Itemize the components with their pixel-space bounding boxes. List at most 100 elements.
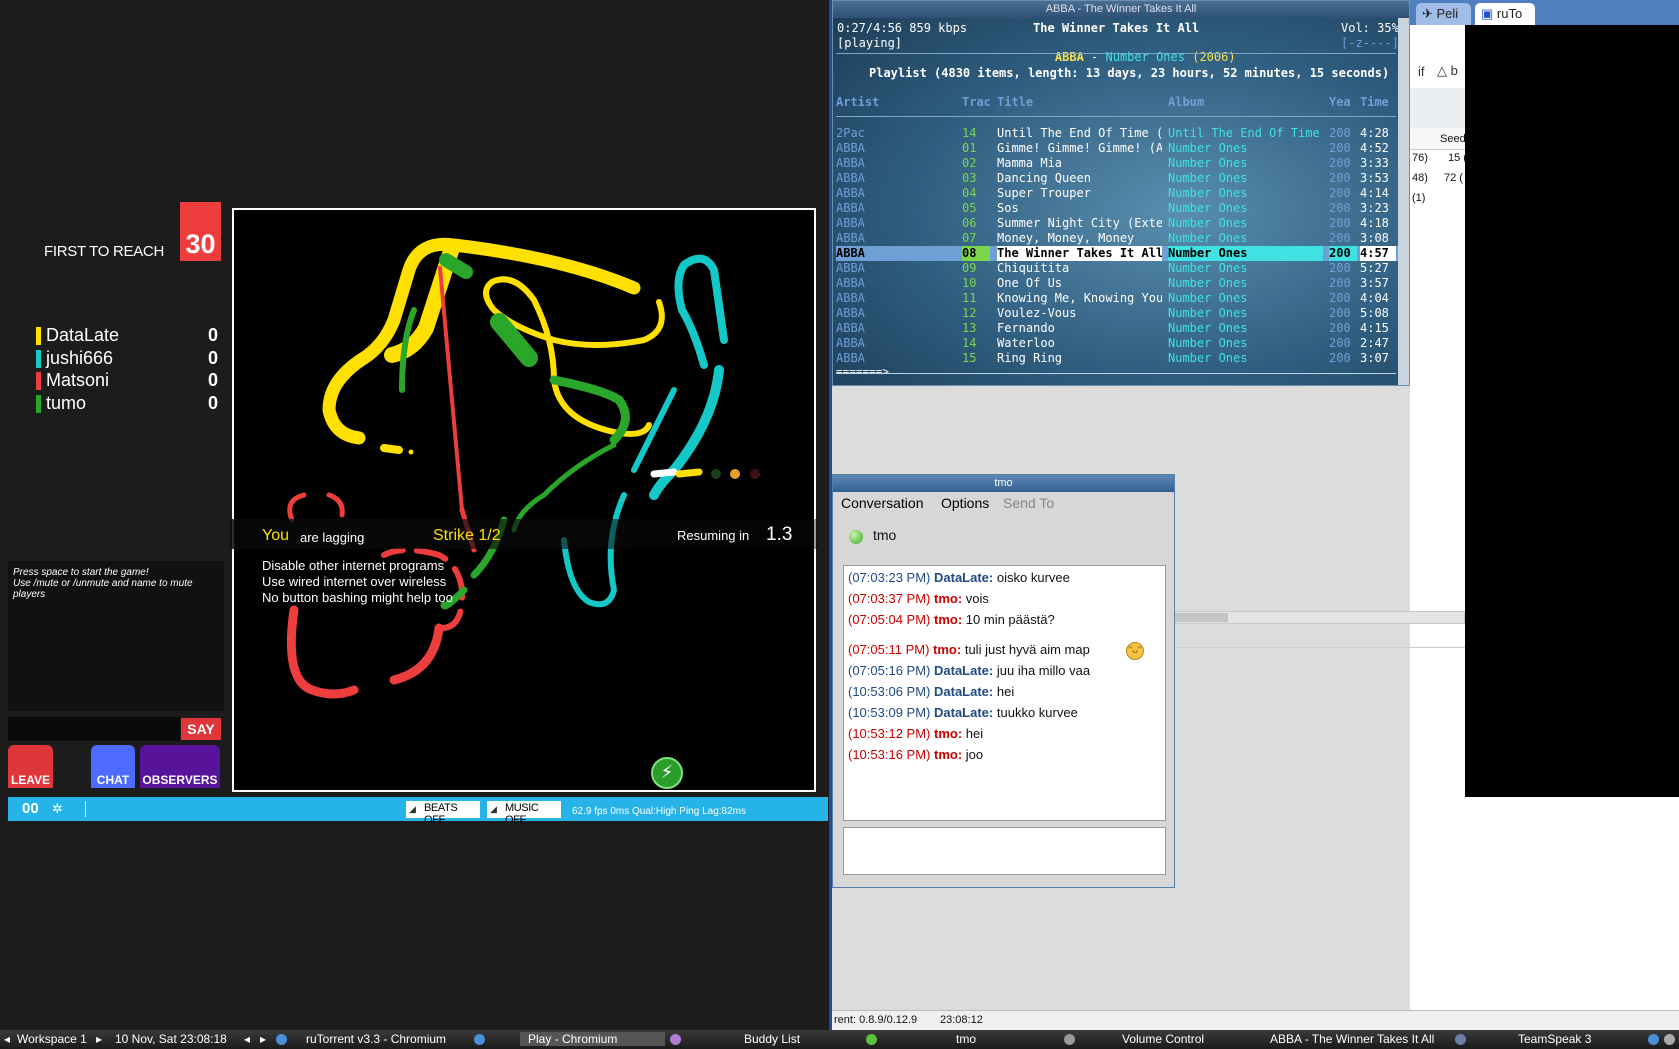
playlist-row[interactable]: ABBA 06 Summer Night City (Exte Number Ones… xyxy=(836,216,1398,231)
lag-tips: Disable other internet programs Use wire… xyxy=(262,558,453,606)
task-next-icon[interactable]: ▸ xyxy=(260,1032,266,1046)
task-rutorrent[interactable]: ruTorrent v3.3 - Chromium xyxy=(306,1032,446,1046)
row-artist: ABBA xyxy=(836,216,865,230)
workspace-prev-icon[interactable]: ◂ xyxy=(4,1032,10,1046)
tab-peli[interactable]: ✈ Peli xyxy=(1416,3,1471,25)
col-album[interactable]: Album xyxy=(1168,95,1323,110)
menu-conversation[interactable]: Conversation xyxy=(841,495,924,511)
col-title[interactable]: Title xyxy=(997,95,1162,110)
playback-position: 0:27/4:56 859 kbps xyxy=(837,21,968,35)
playlist-row[interactable]: ABBA 04 Super Trouper Number Ones 200 4:14 xyxy=(836,186,1398,201)
row-time: 3:07 xyxy=(1360,351,1389,365)
menu-send-to[interactable]: Send To xyxy=(1003,495,1054,511)
observers-button[interactable]: OBSERVERS xyxy=(140,745,220,788)
chat-message: (07:03:37 PM) tmo: vois xyxy=(848,591,989,606)
resuming-countdown: 1.3 xyxy=(766,524,793,545)
message-text: tuli just hyvä aim map xyxy=(964,642,1090,657)
task-teamspeak[interactable]: TeamSpeak 3 xyxy=(1518,1032,1591,1046)
player-scrollbar[interactable] xyxy=(1398,18,1409,385)
workspace-next-icon[interactable]: ▸ xyxy=(96,1032,102,1046)
pidgin-icon xyxy=(670,1034,681,1045)
row-time: 4:15 xyxy=(1360,321,1389,335)
col-track[interactable]: Trac xyxy=(962,95,990,110)
message-text: vois xyxy=(965,591,989,606)
message-timestamp: (07:03:37 PM) xyxy=(848,591,931,606)
row-time: 3:23 xyxy=(1360,201,1389,215)
player-score: 0 xyxy=(207,392,218,413)
playlist-row[interactable]: ABBA 05 Sos Number Ones 200 3:23 xyxy=(836,201,1398,216)
chat-menubar: Conversation Options Send To xyxy=(833,492,1174,514)
volume-icon xyxy=(1064,1034,1075,1045)
playlist-row[interactable]: ABBA 08 The Winner Takes It All Number Ones… xyxy=(836,246,1398,261)
playlist-row[interactable]: ABBA 07 Money, Money, Money Number Ones 200 3… xyxy=(836,231,1398,246)
task-volume-control[interactable]: Volume Control xyxy=(1122,1032,1204,1046)
task-prev-icon[interactable]: ◂ xyxy=(244,1032,250,1046)
message-sender: DataLate: xyxy=(934,705,994,720)
workspace-label[interactable]: Workspace 1 xyxy=(17,1032,87,1046)
rt-toolbar-button[interactable]: △ b xyxy=(1437,63,1458,79)
row-title: Mamma Mia xyxy=(997,156,1063,170)
rt-status-bar: rent: 0.8.9/0.12.9 23:08:12 xyxy=(832,1010,1679,1030)
playlist-row[interactable]: ABBA 12 Voulez-Vous Number Ones 200 5:08 xyxy=(836,306,1398,321)
task-buddy-list[interactable]: Buddy List xyxy=(744,1032,800,1046)
tab-rutorrent[interactable]: ▣ ruTo xyxy=(1475,3,1535,25)
tray-icon xyxy=(1664,1034,1675,1045)
row-track: 14 xyxy=(962,336,977,350)
col-year[interactable]: Yea xyxy=(1329,95,1357,110)
chromium-icon xyxy=(276,1034,287,1045)
say-button[interactable]: SAY xyxy=(181,718,221,740)
chromium-tabstrip: ✈ Peli ▣ ruTo xyxy=(1410,0,1679,25)
message-sender: tmo: xyxy=(934,591,963,606)
menu-options[interactable]: Options xyxy=(941,495,989,511)
row-artist: ABBA xyxy=(836,261,865,275)
header-separator xyxy=(836,53,1396,54)
playlist-row[interactable]: ABBA 02 Mamma Mia Number Ones 200 3:33 xyxy=(836,156,1398,171)
rt-cell: 48) xyxy=(1412,172,1428,184)
trail-canvas xyxy=(286,237,760,699)
chromium-icon xyxy=(474,1034,485,1045)
playlist-row[interactable]: ABBA 11 Knowing Me, Knowing You Number Ones… xyxy=(836,291,1398,306)
message-text: oisko kurvee xyxy=(996,570,1070,585)
task-tmo[interactable]: tmo xyxy=(956,1032,976,1046)
playlist-row[interactable]: 2Pac 14 Until The End Of Time (Until The E… xyxy=(836,126,1398,141)
task-play-chromium[interactable]: Play - Chromium xyxy=(520,1032,665,1046)
row-year: 200 xyxy=(1329,171,1351,185)
col-time[interactable]: Time xyxy=(1360,95,1396,110)
row-time: 3:08 xyxy=(1360,231,1389,245)
playlist-row[interactable]: ABBA 03 Dancing Queen Number Ones 200 3:53 xyxy=(836,171,1398,186)
leave-button[interactable]: LEAVE xyxy=(8,745,53,788)
beats-toggle[interactable]: ◢ BEATS OFF xyxy=(406,801,480,826)
row-artist: ABBA xyxy=(836,351,865,365)
gear-icon[interactable]: ✲ xyxy=(52,802,63,817)
say-input[interactable] xyxy=(8,717,180,741)
help-line: Press space to start the game! xyxy=(13,567,149,578)
progress-bar[interactable]: =======> xyxy=(836,365,889,378)
chat-message-input[interactable] xyxy=(843,827,1166,875)
game-board[interactable] xyxy=(232,208,816,792)
row-year: 200 xyxy=(1329,321,1351,335)
col-artist[interactable]: Artist xyxy=(836,95,956,110)
message-text: 10 min päästä? xyxy=(965,612,1055,627)
row-album: Number Ones xyxy=(1168,171,1248,185)
rt-scrollbar-thumb[interactable] xyxy=(1176,613,1228,622)
column-separator xyxy=(836,116,1396,117)
rt-col-seeds[interactable]: Seed xyxy=(1440,133,1466,145)
row-artist: ABBA xyxy=(836,141,865,155)
rt-toolbar-text: if xyxy=(1418,64,1425,79)
message-text: tuukko kurvee xyxy=(996,705,1078,720)
playlist-row[interactable]: ABBA 01 Gimme! Gimme! Gimme! (A Number Ones… xyxy=(836,141,1398,156)
playlist-row[interactable]: ABBA 14 Waterloo Number Ones 200 2:47 xyxy=(836,336,1398,351)
playlist-row[interactable]: ABBA 10 One Of Us Number Ones 200 3:57 xyxy=(836,276,1398,291)
music-toggle[interactable]: ◢ MUSIC OFF xyxy=(487,801,561,826)
playlist-row[interactable]: ABBA 09 Chiquitita Number Ones 200 5:27 xyxy=(836,261,1398,276)
row-year: 200 xyxy=(1329,291,1351,305)
row-track: 14 xyxy=(962,126,977,140)
playlist-row[interactable]: ABBA 13 Fernando Number Ones 200 4:15 xyxy=(836,321,1398,336)
playlist-row[interactable]: ABBA 15 Ring Ring Number Ones 200 3:07 xyxy=(836,351,1398,366)
chat-button[interactable]: CHAT xyxy=(91,745,135,788)
task-player[interactable]: ABBA - The Winner Takes It All xyxy=(1270,1032,1434,1046)
rt-scrollbar[interactable] xyxy=(1175,611,1465,624)
rutorrent-tab-icon: ▣ xyxy=(1481,6,1497,21)
row-title: Dancing Queen xyxy=(997,171,1091,185)
teamspeak-icon xyxy=(1455,1034,1466,1045)
